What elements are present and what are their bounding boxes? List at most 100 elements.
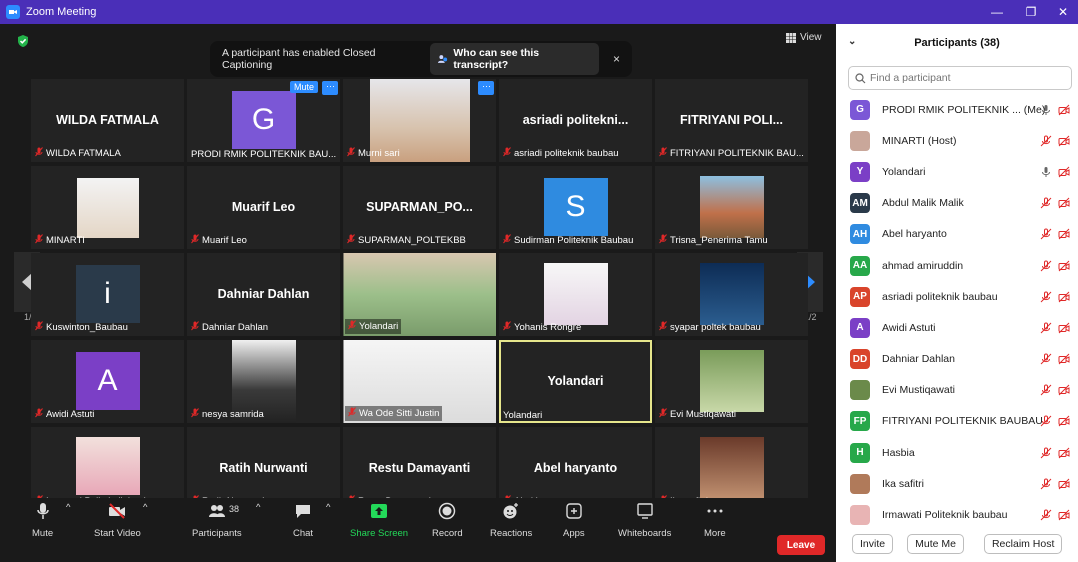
participant-name: PRODI RMIK POLITEKNIK ... (Me) bbox=[882, 103, 1046, 116]
video-tile[interactable]: MINARTI bbox=[31, 166, 184, 249]
security-shield-icon[interactable] bbox=[16, 34, 30, 48]
mute-participant-button[interactable]: Mute bbox=[289, 81, 318, 93]
transcript-visibility-link[interactable]: Who can see this transcript? bbox=[429, 43, 599, 75]
video-tile[interactable]: Trisna_Penerima Tamu bbox=[655, 166, 808, 249]
participant-row[interactable]: MINARTI (Host) bbox=[836, 125, 1078, 156]
muted-mic-icon bbox=[1040, 228, 1052, 240]
participant-name: asriadi politeknik baubau bbox=[882, 290, 998, 303]
tile-name-label: syapar poltek baubau bbox=[659, 321, 761, 334]
close-window-icon[interactable]: ✕ bbox=[1046, 0, 1078, 24]
meeting-area: View A participant has enabled Closed Ca… bbox=[0, 24, 836, 562]
apps-icon bbox=[566, 503, 582, 519]
tile-more-button[interactable]: ··· bbox=[322, 81, 338, 95]
reactions-button[interactable]: Reactions bbox=[490, 502, 532, 539]
participant-row[interactable]: FP FITRIYANI POLITEKNIK BAUBAU bbox=[836, 406, 1078, 437]
audio-options-chevron-icon[interactable]: ^ bbox=[66, 502, 70, 513]
video-off-icon bbox=[1058, 228, 1070, 240]
video-tile[interactable]: Muarif Leo Muarif Leo bbox=[187, 166, 340, 249]
banner-close-icon[interactable]: × bbox=[613, 52, 620, 66]
participant-name: PRODI RMIK POLITEKNIK BAU... bbox=[191, 149, 337, 160]
participant-name: MINARTI (Host) bbox=[882, 134, 957, 147]
video-tile[interactable]: A Awidi Astuti bbox=[31, 340, 184, 423]
video-off-icon bbox=[1058, 384, 1070, 396]
leave-button[interactable]: Leave bbox=[777, 535, 825, 555]
video-tile[interactable]: FITRIYANI POLI... FITRIYANI POLITEKNIK BA… bbox=[655, 79, 808, 162]
video-tile[interactable]: i Kuswinton_Baubau bbox=[31, 253, 184, 336]
video-tile[interactable]: Yolandari bbox=[343, 253, 496, 336]
participants-options-chevron-icon[interactable]: ^ bbox=[256, 502, 260, 513]
video-feed bbox=[699, 350, 764, 412]
tile-name-label: nesya samrida bbox=[191, 408, 264, 421]
mute-me-button[interactable]: Mute Me bbox=[907, 534, 964, 554]
participant-row[interactable]: A Awidi Astuti bbox=[836, 312, 1078, 343]
participant-row[interactable]: G PRODI RMIK POLITEKNIK ... (Me) bbox=[836, 94, 1078, 125]
video-tile[interactable]: ··· Murni sari bbox=[343, 79, 496, 162]
video-tile[interactable]: SUPARMAN_PO... SUPARMAN_POLTEKBB bbox=[343, 166, 496, 249]
title-bar: Zoom Meeting — ❐ ✕ bbox=[0, 0, 1078, 24]
avatar: G bbox=[231, 91, 296, 149]
tile-name-label: Yolandari bbox=[503, 410, 542, 421]
muted-mic-icon bbox=[1040, 260, 1052, 271]
video-tile[interactable]: S Sudirman Politeknik Baubau bbox=[499, 166, 652, 249]
tile-name-label: Dahniar Dahlan bbox=[191, 321, 268, 334]
participant-name: ahmad amiruddin bbox=[882, 259, 964, 272]
video-tile[interactable]: G Mute ··· PRODI RMIK POLITEKNIK BAU... bbox=[187, 79, 340, 162]
window-title: Zoom Meeting bbox=[26, 6, 97, 18]
participant-row[interactable]: Evi Mustiqawati bbox=[836, 375, 1078, 406]
minimize-icon[interactable]: — bbox=[980, 0, 1014, 24]
video-tile[interactable]: Wa Ode Sitti Justin bbox=[343, 340, 496, 423]
participant-avatar: AP bbox=[850, 286, 870, 307]
start-video-button[interactable]: Start Video bbox=[94, 502, 141, 539]
tile-more-button[interactable]: ··· bbox=[478, 81, 494, 95]
video-feed bbox=[75, 437, 140, 495]
participant-name: nesya samrida bbox=[202, 409, 264, 420]
video-options-chevron-icon[interactable]: ^ bbox=[143, 502, 147, 513]
chat-button[interactable]: Chat bbox=[293, 502, 313, 539]
microphone-icon bbox=[36, 503, 49, 519]
participant-row[interactable]: AP asriadi politeknik baubau bbox=[836, 281, 1078, 312]
video-tile[interactable]: nesya samrida bbox=[187, 340, 340, 423]
collapse-chevron-icon[interactable]: ⌄ bbox=[848, 36, 856, 47]
participant-search-box[interactable] bbox=[848, 66, 1072, 90]
participant-row[interactable]: AH Abel haryanto bbox=[836, 219, 1078, 250]
muted-mic-icon bbox=[35, 408, 43, 421]
muted-mic-icon bbox=[348, 407, 356, 420]
record-button[interactable]: Record bbox=[432, 502, 463, 539]
participant-row[interactable]: DD Dahniar Dahlan bbox=[836, 344, 1078, 375]
share-screen-button[interactable]: Share Screen bbox=[350, 502, 408, 539]
record-icon bbox=[439, 502, 456, 520]
video-tile[interactable]: Evi Mustiqawati bbox=[655, 340, 808, 423]
participant-avatar: H bbox=[850, 442, 870, 463]
video-tile[interactable]: asriadi politekni... asriadi politeknik b… bbox=[499, 79, 652, 162]
video-feed bbox=[76, 178, 139, 238]
chat-icon bbox=[296, 505, 311, 518]
participant-name: syapar poltek baubau bbox=[670, 322, 761, 333]
participant-row[interactable]: Irmawati Politeknik baubau bbox=[836, 499, 1078, 530]
video-tile[interactable]: WILDA FATMALA WILDA FATMALA bbox=[31, 79, 184, 162]
participant-row[interactable]: H Hasbia bbox=[836, 437, 1078, 468]
apps-button[interactable]: Apps bbox=[563, 502, 585, 539]
invite-button[interactable]: Invite bbox=[852, 534, 894, 554]
restore-icon[interactable]: ❐ bbox=[1014, 0, 1048, 24]
reclaim-host-button[interactable]: Reclaim Host bbox=[983, 534, 1063, 554]
muted-mic-icon bbox=[191, 234, 199, 247]
video-tile[interactable]: Dahniar Dahlan Dahniar Dahlan bbox=[187, 253, 340, 336]
participant-name: Evi Mustiqawati bbox=[882, 384, 955, 397]
video-tile[interactable]: Yolandari Yolandari bbox=[499, 340, 652, 423]
participant-row[interactable]: Ika safitri bbox=[836, 468, 1078, 499]
muted-mic-icon bbox=[659, 234, 667, 247]
participant-name: Murni sari bbox=[358, 148, 400, 159]
participant-row[interactable]: Y Yolandari bbox=[836, 156, 1078, 187]
participant-row[interactable]: AM Abdul Malik Malik bbox=[836, 188, 1078, 219]
chat-options-chevron-icon[interactable]: ^ bbox=[326, 502, 330, 513]
participant-status-icons bbox=[1040, 415, 1070, 427]
mute-button[interactable]: Mute bbox=[32, 502, 53, 539]
video-tile[interactable]: syapar poltek baubau bbox=[655, 253, 808, 336]
video-tile[interactable]: Yohanis Rongre bbox=[499, 253, 652, 336]
more-button[interactable]: More bbox=[704, 502, 726, 539]
video-off-icon bbox=[1058, 260, 1070, 271]
whiteboards-button[interactable]: Whiteboards bbox=[618, 502, 671, 539]
participant-row[interactable]: AA ahmad amiruddin bbox=[836, 250, 1078, 281]
participant-search-input[interactable] bbox=[870, 72, 1070, 84]
view-button[interactable]: View bbox=[786, 32, 822, 43]
